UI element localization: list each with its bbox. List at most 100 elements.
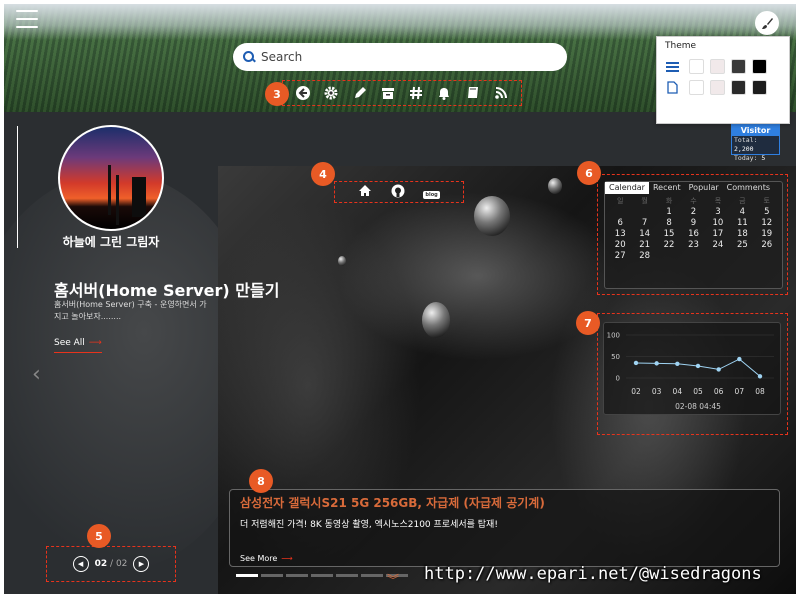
theme-swatch-black-2[interactable] xyxy=(752,80,767,95)
tab-comments[interactable]: Comments xyxy=(723,182,774,194)
tab-recent[interactable]: Recent xyxy=(649,182,685,194)
calendar-day[interactable]: 16 xyxy=(681,229,705,239)
calendar-day[interactable]: 13 xyxy=(608,229,632,239)
chart-point[interactable] xyxy=(633,360,639,366)
calendar-day[interactable]: 6 xyxy=(608,218,632,228)
calendar-day[interactable]: 28 xyxy=(632,251,656,261)
slider-dot[interactable] xyxy=(236,574,258,577)
chart-xtick-label: 06 xyxy=(714,387,724,396)
slider-dot[interactable] xyxy=(361,574,383,577)
calendar-day[interactable]: 24 xyxy=(706,240,730,250)
gear-icon[interactable] xyxy=(322,84,340,102)
calendar-day[interactable]: 12 xyxy=(755,218,779,228)
calendar-day[interactable]: 19 xyxy=(755,229,779,239)
calendar-day[interactable]: 18 xyxy=(730,229,754,239)
chart-point[interactable] xyxy=(675,361,680,367)
file-icon[interactable] xyxy=(665,81,679,95)
theme-swatch-pink-2[interactable] xyxy=(710,80,725,95)
pencil-icon[interactable] xyxy=(351,84,369,102)
tab-popular[interactable]: Popular xyxy=(685,182,723,194)
chart-xtick-label: 07 xyxy=(735,387,745,396)
search-icon xyxy=(243,51,255,63)
prev-button[interactable]: ◀ xyxy=(72,556,89,572)
theme-swatch-white-2[interactable] xyxy=(689,80,704,95)
calendar-day[interactable]: 5 xyxy=(755,207,779,217)
back-arrow-icon[interactable] xyxy=(294,84,312,102)
theme-swatch-pink[interactable] xyxy=(710,59,725,74)
search-bar[interactable] xyxy=(233,43,567,71)
callout-7: 7 xyxy=(576,311,600,335)
calendar-weekday: 토 xyxy=(763,197,770,205)
water-drop xyxy=(474,196,510,236)
book-icon[interactable] xyxy=(464,84,482,102)
featured-post-description: 홈서버(Home Server) 구축 - 운영하면서 가지고 놀아보자....… xyxy=(54,300,207,321)
theme-row-layout xyxy=(665,59,781,74)
see-all-label: See All xyxy=(54,338,85,348)
chart-xtick-label: 02 xyxy=(631,387,641,396)
calendar-day[interactable]: 3 xyxy=(706,207,730,217)
chart-caption: 02-08 04:45 xyxy=(675,402,721,411)
github-icon[interactable] xyxy=(391,184,405,201)
next-button[interactable]: ▶ xyxy=(133,556,150,572)
calendar-day[interactable]: 23 xyxy=(681,240,705,250)
calendar-day[interactable]: 27 xyxy=(608,251,632,261)
theme-swatch-dark[interactable] xyxy=(731,59,746,74)
hashtag-icon[interactable] xyxy=(407,84,425,102)
calendar-tabs: Calendar Recent Popular Comments xyxy=(605,182,782,194)
theme-swatch-black[interactable] xyxy=(752,59,767,74)
slider-dot[interactable] xyxy=(336,574,358,577)
archive-icon[interactable] xyxy=(379,84,397,102)
menu-icon[interactable] xyxy=(16,10,38,28)
slider-dot[interactable] xyxy=(311,574,333,577)
calendar-day[interactable]: 17 xyxy=(706,229,730,239)
calendar-day[interactable]: 26 xyxy=(755,240,779,250)
visitor-title: Visitor xyxy=(732,125,779,136)
chart-point[interactable] xyxy=(716,367,721,372)
calendar-day[interactable]: 25 xyxy=(730,240,754,250)
theme-swatch-white[interactable] xyxy=(689,59,704,74)
scroll-down-icon[interactable]: ︾ xyxy=(387,574,399,586)
chevron-left-icon[interactable]: ‹ xyxy=(32,362,41,387)
calendar-day[interactable]: 22 xyxy=(657,240,681,250)
news-title[interactable]: 삼성전자 갤럭시S21 5G 256GB, 자급제 (자급제 공기계) xyxy=(240,494,769,511)
slider-dot[interactable] xyxy=(286,574,308,577)
calendar-day[interactable]: 2 xyxy=(681,207,705,217)
avatar[interactable] xyxy=(58,125,164,231)
see-all-link[interactable]: See All ⟶ xyxy=(54,338,102,353)
calendar-day[interactable]: 4 xyxy=(730,207,754,217)
blog-icon[interactable]: blog xyxy=(423,185,440,199)
chart-ytick-label: 100 xyxy=(607,332,620,340)
calendar-empty xyxy=(706,251,730,261)
chart-point[interactable] xyxy=(695,363,701,369)
calendar-day[interactable]: 10 xyxy=(706,218,730,228)
calendar-day[interactable]: 21 xyxy=(632,240,656,250)
visitor-today-label: Today: xyxy=(734,154,758,162)
see-more-link[interactable]: See More ⟶ xyxy=(240,554,293,563)
calendar-day[interactable]: 7 xyxy=(632,218,656,228)
list-layout-icon[interactable] xyxy=(665,60,679,74)
search-input[interactable] xyxy=(261,50,541,64)
theme-brush-button[interactable] xyxy=(755,11,779,35)
calendar-day[interactable]: 11 xyxy=(730,218,754,228)
chart-point[interactable] xyxy=(757,374,763,379)
chart-point[interactable] xyxy=(654,361,659,366)
visitor-today-row: Today: 5 xyxy=(732,154,779,163)
profile-name[interactable]: 하늘에 그린 그림자 xyxy=(40,233,182,250)
calendar-day[interactable]: 20 xyxy=(608,240,632,250)
news-card[interactable]: 삼성전자 갤럭시S21 5G 256GB, 자급제 (자급제 공기계) 더 저렴… xyxy=(229,489,780,567)
calendar-day[interactable]: 9 xyxy=(681,218,705,228)
calendar-day[interactable]: 15 xyxy=(657,229,681,239)
calendar-day[interactable]: 8 xyxy=(657,218,681,228)
chart-point[interactable] xyxy=(737,356,742,362)
calendar-day[interactable]: 14 xyxy=(632,229,656,239)
bell-icon[interactable] xyxy=(435,84,453,102)
calendar-day[interactable]: 1 xyxy=(657,207,681,217)
featured-post-title[interactable]: 홈서버(Home Server) 만들기 xyxy=(54,277,279,301)
theme-swatch-dark-2[interactable] xyxy=(731,80,746,95)
rss-icon[interactable] xyxy=(492,84,510,102)
home-icon[interactable] xyxy=(358,184,372,200)
slider-dot[interactable] xyxy=(261,574,283,577)
see-more-label: See More xyxy=(240,554,278,563)
calendar-widget: Calendar Recent Popular Comments 일 월 화 수 목 금 토… xyxy=(604,181,783,289)
tab-calendar[interactable]: Calendar xyxy=(605,182,649,194)
